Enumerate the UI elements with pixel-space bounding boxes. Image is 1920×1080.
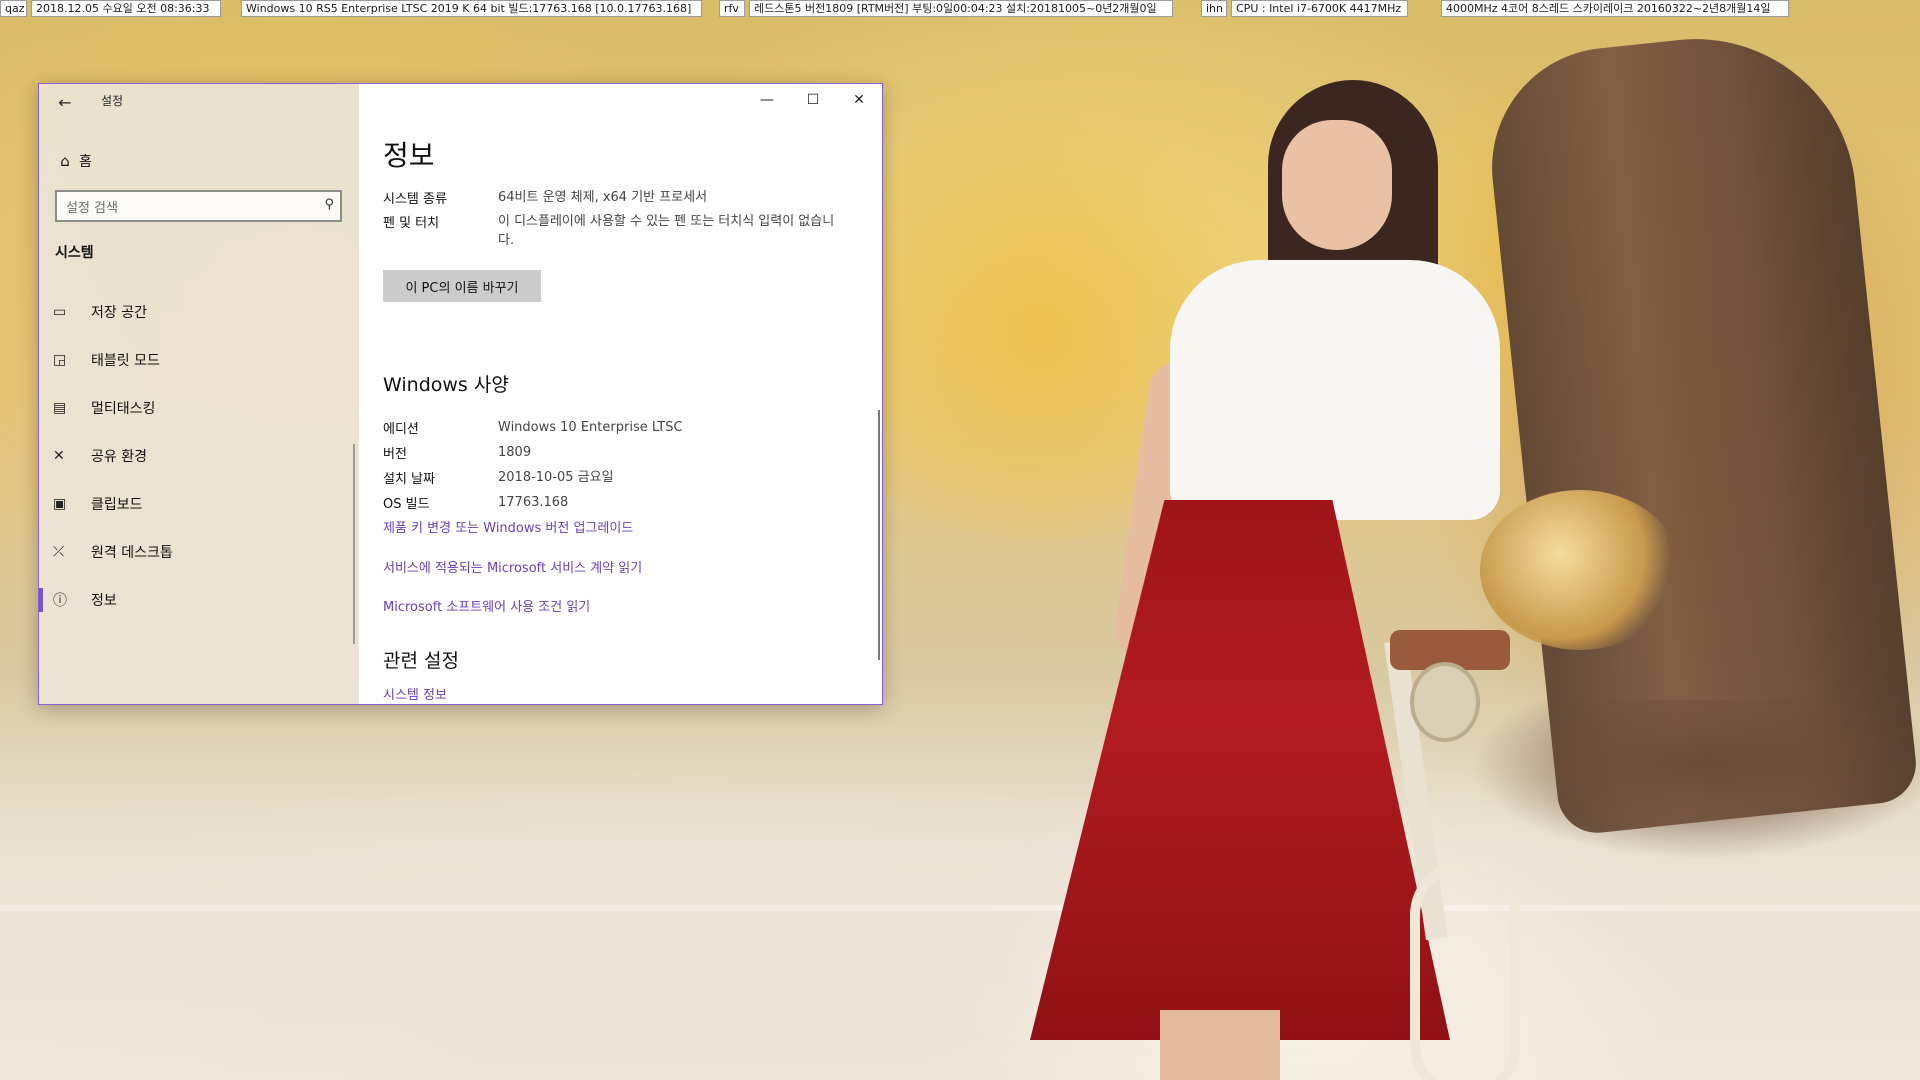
wallpaper-figure-skirt	[1030, 500, 1450, 1040]
info-cell-datetime: 2018.12.05 수요일 오전 08:36:33	[31, 0, 221, 17]
shared-experiences-icon: ✕	[53, 448, 65, 464]
info-cell-label: ihn	[1201, 0, 1227, 17]
page-title: 정보	[383, 139, 435, 172]
info-cell-label: rfv	[719, 0, 745, 17]
nav-list: ▭ 저장 공간 ◲ 태블릿 모드 ▤ 멀티태스킹 ✕ 공유 환경 ▣ 클립보드 …	[39, 288, 359, 624]
spec-row-version: 버전 1809	[383, 443, 838, 462]
search-icon[interactable]: ⚲	[324, 197, 334, 212]
system-info-link[interactable]: 시스템 정보	[383, 684, 447, 703]
rename-pc-button[interactable]: 이 PC의 이름 바꾸기	[383, 270, 541, 302]
spec-value: 64비트 운영 체제, x64 기반 프로세서	[498, 190, 708, 205]
spec-value: 이 디스플레이에 사용할 수 있는 펜 또는 터치식 입력이 없습니다.	[498, 214, 835, 248]
settings-content-pane: — ☐ ✕ 정보 시스템 종류 64비트 운영 체제, x64 기반 프로세서 …	[359, 84, 882, 704]
nav-item-label: 클립보드	[91, 497, 143, 513]
info-icon: ⓘ	[53, 593, 67, 609]
nav-item-storage[interactable]: ▭ 저장 공간	[39, 288, 359, 336]
wallpaper-figure-blouse	[1170, 260, 1500, 520]
related-settings-heading: 관련 설정	[383, 650, 459, 672]
nav-item-label: 저장 공간	[91, 305, 147, 321]
wallpaper-bicycle-lamp	[1410, 662, 1480, 742]
nav-item-shared-experiences[interactable]: ✕ 공유 환경	[39, 432, 359, 480]
nav-item-tablet-mode[interactable]: ◲ 태블릿 모드	[39, 336, 359, 384]
spec-row-os-build: OS 빌드 17763.168	[383, 493, 838, 512]
spec-value: 1809	[498, 445, 532, 460]
info-cell-version-uptime: 레드스톤5 버전1809 [RTM버전] 부팅:0일00:04:23 설치:20…	[749, 0, 1173, 17]
maximize-icon: ☐	[806, 92, 820, 108]
nav-home[interactable]: ⌂ 홈	[51, 144, 351, 178]
multitasking-icon: ▤	[53, 400, 67, 416]
spec-key: 에디션	[383, 422, 419, 437]
spec-row-edition: 에디션 Windows 10 Enterprise LTSC	[383, 418, 838, 437]
back-button[interactable]: ←	[51, 90, 79, 116]
spec-value: 2018-10-05 금요일	[498, 470, 614, 485]
system-info-bar: qaz 2018.12.05 수요일 오전 08:36:33 Windows 1…	[0, 0, 1920, 18]
spec-value: 17763.168	[498, 495, 569, 510]
remote-desktop-icon: ⤫	[53, 544, 65, 560]
wallpaper-figure-legs	[1160, 1010, 1280, 1080]
nav-item-label: 태블릿 모드	[91, 353, 160, 369]
back-arrow-icon: ←	[58, 93, 72, 112]
spec-key: 설치 날짜	[383, 472, 435, 487]
info-cell-label: qaz	[0, 0, 27, 17]
spec-row-pen-touch: 펜 및 터치 이 디스플레이에 사용할 수 있는 펜 또는 터치식 입력이 없습…	[383, 212, 838, 250]
nav-item-label: 멀티태스킹	[91, 401, 156, 417]
home-icon: ⌂	[60, 152, 70, 170]
nav-item-multitasking[interactable]: ▤ 멀티태스킹	[39, 384, 359, 432]
wallpaper-bicycle-wheel	[1410, 860, 1520, 1080]
clipboard-icon: ▣	[53, 496, 67, 512]
content-scrollbar[interactable]	[878, 410, 880, 660]
storage-icon: ▭	[53, 304, 67, 320]
spec-key: 시스템 종류	[383, 192, 447, 207]
minimize-button[interactable]: —	[744, 84, 790, 116]
spec-key: 버전	[383, 447, 407, 462]
info-cell-cpu: CPU : Intel i7-6700K 4417MHz	[1231, 0, 1408, 17]
settings-window: ← 설정 ⌂ 홈 설정 검색 ⚲ 시스템 ▭ 저장 공간 ◲ 태블릿 모드 ▤ …	[38, 83, 883, 705]
nav-section-title: 시스템	[55, 245, 94, 261]
spec-key: OS 빌드	[383, 497, 430, 512]
nav-scrollbar[interactable]	[353, 444, 355, 644]
upgrade-edition-link[interactable]: 제품 키 변경 또는 Windows 버전 업그레이드	[383, 517, 633, 536]
tablet-mode-icon: ◲	[53, 352, 67, 368]
maximize-button[interactable]: ☐	[790, 84, 836, 116]
window-controls: — ☐ ✕	[744, 84, 882, 116]
wallpaper-tree-base	[1470, 700, 1920, 860]
close-button[interactable]: ✕	[836, 84, 882, 116]
nav-item-label: 정보	[91, 593, 117, 609]
wallpaper-flowers	[1480, 490, 1680, 650]
spec-row-system-type: 시스템 종류 64비트 운영 체제, x64 기반 프로세서	[383, 188, 838, 207]
search-placeholder: 설정 검색	[66, 200, 118, 216]
minimize-icon: —	[760, 92, 774, 108]
nav-item-clipboard[interactable]: ▣ 클립보드	[39, 480, 359, 528]
settings-search-input[interactable]: 설정 검색 ⚲	[55, 190, 342, 222]
nav-item-label: 원격 데스크톱	[91, 545, 173, 561]
close-icon: ✕	[853, 92, 865, 108]
windows-spec-heading: Windows 사양	[383, 374, 509, 396]
nav-item-label: 공유 환경	[91, 449, 147, 465]
wallpaper-road-line	[0, 905, 1920, 911]
app-title: 설정	[101, 94, 124, 108]
wallpaper-figure-face	[1282, 120, 1392, 250]
nav-item-about[interactable]: ⓘ 정보	[39, 576, 359, 624]
info-cell-cpu-details: 4000MHz 4코어 8스레드 스카이레이크 20160322~2년8개월14…	[1441, 0, 1789, 17]
settings-nav-pane: ← 설정 ⌂ 홈 설정 검색 ⚲ 시스템 ▭ 저장 공간 ◲ 태블릿 모드 ▤ …	[39, 84, 359, 704]
nav-item-remote-desktop[interactable]: ⤫ 원격 데스크톱	[39, 528, 359, 576]
license-terms-link[interactable]: Microsoft 소프트웨어 사용 조건 읽기	[383, 596, 590, 615]
nav-home-label: 홈	[79, 154, 92, 170]
spec-value: Windows 10 Enterprise LTSC	[498, 420, 683, 435]
info-cell-os-build: Windows 10 RS5 Enterprise LTSC 2019 K 64…	[241, 0, 702, 17]
spec-key: 펜 및 터치	[383, 216, 440, 231]
service-agreement-link[interactable]: 서비스에 적용되는 Microsoft 서비스 계약 읽기	[383, 557, 642, 576]
spec-row-install-date: 설치 날짜 2018-10-05 금요일	[383, 468, 838, 487]
